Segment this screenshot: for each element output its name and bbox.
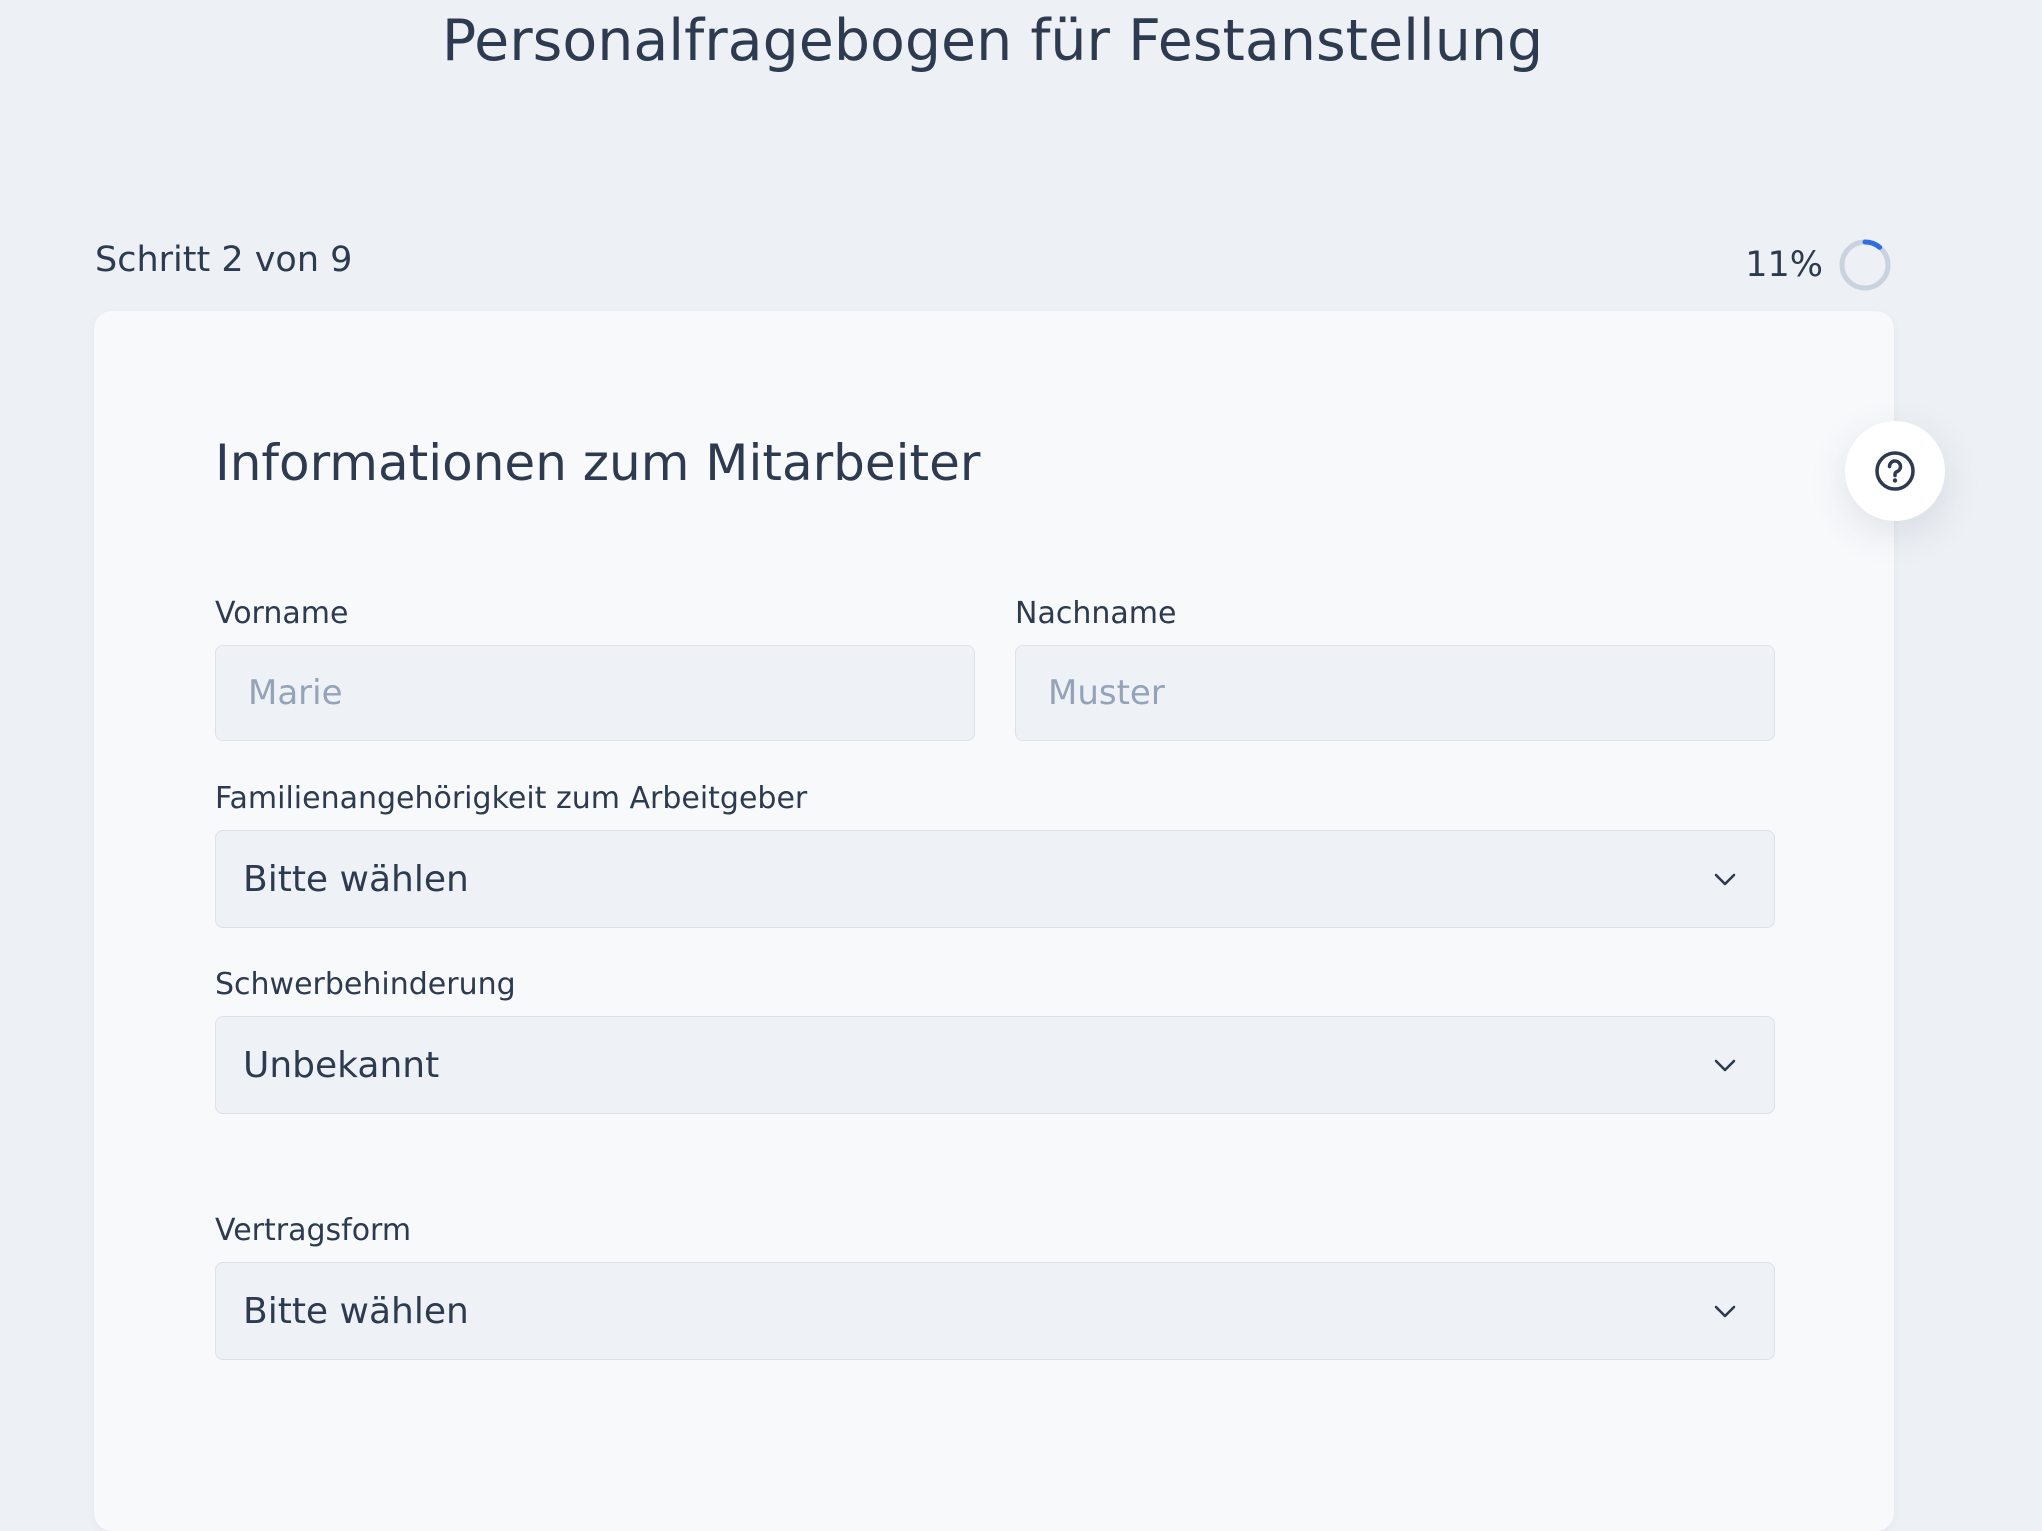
section-title: Informationen zum Mitarbeiter <box>215 434 981 492</box>
chevron-down-icon <box>1714 873 1736 886</box>
schwerbehinderung-label: Schwerbehinderung <box>215 967 516 1002</box>
chevron-down-icon <box>1714 1059 1736 1072</box>
familie-label: Familienangehörigkeit zum Arbeitgeber <box>215 781 808 816</box>
progress-percent: 11% <box>1745 245 1823 285</box>
familie-select[interactable]: Bitte wählen <box>215 830 1775 928</box>
vertragsform-select[interactable]: Bitte wählen <box>215 1262 1775 1360</box>
chevron-down-icon <box>1714 1305 1736 1318</box>
help-button[interactable] <box>1845 421 1945 521</box>
nachname-input[interactable] <box>1015 645 1775 741</box>
vorname-label: Vorname <box>215 596 349 631</box>
page-title: Personalfragebogen für Festanstellung <box>441 8 1544 74</box>
vertragsform-select-value: Bitte wählen <box>243 1290 469 1332</box>
progress-indicator: 11% <box>1745 237 1893 293</box>
question-circle-icon <box>1875 451 1915 491</box>
progress-ring-icon <box>1839 239 1891 291</box>
vertragsform-label: Vertragsform <box>215 1213 412 1248</box>
schwerbehinderung-select[interactable]: Unbekannt <box>215 1016 1775 1114</box>
nachname-label: Nachname <box>1015 596 1177 631</box>
schwerbehinderung-select-value: Unbekannt <box>243 1044 440 1086</box>
vorname-input[interactable] <box>215 645 975 741</box>
form-card: Informationen zum Mitarbeiter Vorname Na… <box>94 311 1945 1531</box>
step-indicator: Schritt 2 von 9 <box>95 240 353 280</box>
familie-select-value: Bitte wählen <box>243 858 469 900</box>
